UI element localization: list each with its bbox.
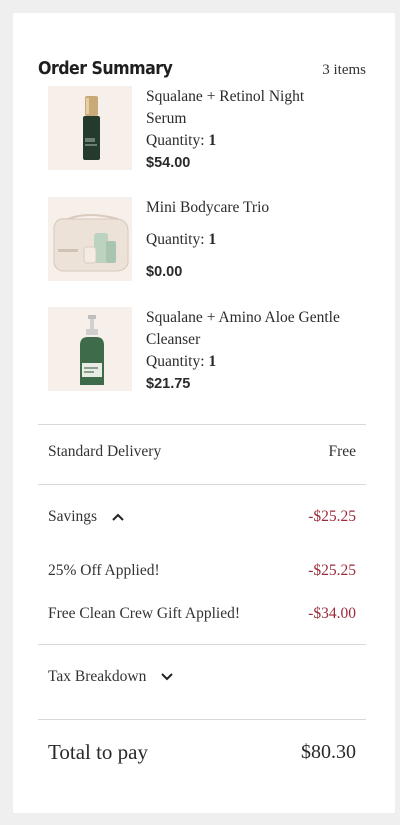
item-name: Squalane + Amino Aloe Gentle Cleanser [146, 309, 340, 348]
gift-value: -$34.00 [308, 605, 356, 622]
order-item: Squalane + Retinol Night Serum Quantity:… [48, 86, 348, 174]
total-label: Total to pay [48, 740, 149, 764]
item-info: Squalane + Retinol Night Serum Quantity:… [146, 86, 348, 174]
divider [38, 424, 366, 425]
savings-label: Savings [48, 508, 98, 525]
total-value: $80.30 [301, 741, 356, 763]
product-image-cleanser [48, 307, 132, 391]
order-summary-header: Order Summary 3 items [38, 58, 366, 79]
total-row: Total to pay $80.30 [48, 740, 356, 765]
item-price: $21.75 [146, 376, 191, 392]
chevron-up-icon [112, 513, 124, 521]
quantity-label: Quantity: [146, 231, 205, 248]
item-info: Squalane + Amino Aloe Gentle Cleanser Qu… [146, 307, 348, 395]
divider [38, 644, 366, 645]
tax-label-group: Tax Breakdown [48, 668, 174, 686]
product-image-bodycare-trio [48, 197, 132, 281]
savings-toggle[interactable]: Savings -$25.25 [48, 508, 356, 526]
item-name: Squalane + Retinol Night Serum [146, 88, 305, 127]
item-quantity: Quantity: 1 [146, 130, 348, 152]
quantity-value: 1 [208, 132, 217, 149]
discount-label: 25% Off Applied! [48, 562, 160, 579]
gift-line: Free Clean Crew Gift Applied! -$34.00 [48, 605, 356, 623]
quantity-label: Quantity: [146, 132, 205, 149]
order-item: Squalane + Amino Aloe Gentle Cleanser Qu… [48, 307, 348, 395]
divider [38, 719, 366, 720]
item-price: $0.00 [146, 264, 183, 280]
item-price: $54.00 [146, 155, 191, 171]
item-count: 3 items [322, 62, 366, 78]
product-image-serum [48, 86, 132, 170]
item-name: Mini Bodycare Trio [146, 199, 270, 216]
item-info: Mini Bodycare Trio Quantity: 1 $0.00 [146, 197, 269, 283]
order-summary-card: Order Summary 3 items Squalane + Retinol… [13, 13, 395, 813]
item-quantity: Quantity: 1 [146, 351, 348, 373]
quantity-value: 1 [208, 231, 217, 248]
quantity-label: Quantity: [146, 353, 205, 370]
quantity-value: 1 [208, 353, 217, 370]
order-item: Mini Bodycare Trio Quantity: 1 $0.00 [48, 197, 348, 283]
discount-value: -$25.25 [308, 562, 356, 579]
delivery-value: Free [328, 443, 356, 460]
gift-label: Free Clean Crew Gift Applied! [48, 605, 240, 622]
tax-label: Tax Breakdown [48, 668, 147, 685]
delivery-label: Standard Delivery [48, 443, 162, 460]
discount-line: 25% Off Applied! -$25.25 [48, 562, 356, 580]
chevron-down-icon [161, 673, 174, 681]
delivery-row: Standard Delivery Free [48, 443, 356, 461]
savings-value: -$25.25 [308, 508, 356, 525]
savings-label-group: Savings [48, 508, 125, 526]
item-quantity: Quantity: 1 [146, 229, 269, 251]
divider [38, 484, 366, 485]
order-summary-title: Order Summary [38, 58, 173, 79]
tax-breakdown-toggle[interactable]: Tax Breakdown [48, 668, 174, 686]
